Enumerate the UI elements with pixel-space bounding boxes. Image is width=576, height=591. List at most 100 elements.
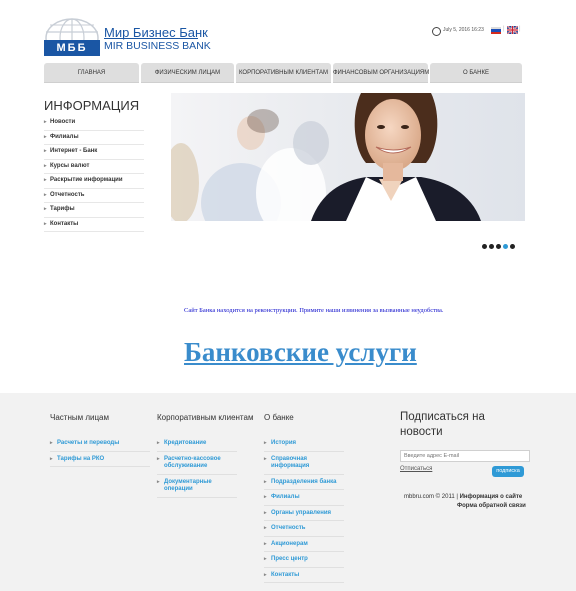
- sidebar-item-label: Интернет - Банк: [50, 148, 98, 154]
- arrow-right-icon: ▸: [264, 494, 267, 500]
- arrow-right-icon: ▸: [264, 540, 267, 547]
- footer-link-label: Документарные операции: [164, 478, 212, 493]
- footer-link[interactable]: ▸ История: [264, 436, 344, 452]
- nav-item-individuals[interactable]: ФИЗИЧЕСКИМ ЛИЦАМ: [141, 63, 234, 83]
- flag-uk-icon[interactable]: [507, 26, 518, 34]
- arrow-right-icon: ▸: [44, 191, 47, 198]
- arrow-right-icon: ▸: [264, 556, 267, 562]
- arrow-right-icon: ▸: [264, 440, 267, 446]
- arrow-right-icon: ▸: [264, 455, 267, 462]
- footer-link-label: История: [271, 440, 297, 446]
- footer-col-corporate-list: ▸ Кредитование ▸ Расчетно-кассовое обслужи…: [157, 436, 237, 498]
- footer-col-about-list: ▸ История ▸ Справочная информация ▸ Подразд…: [264, 436, 344, 583]
- footer-link-label: Контакты: [271, 571, 300, 578]
- footer-link[interactable]: ▸ Расчеты и переводы: [50, 436, 150, 452]
- sidebar-item-label: Новости: [50, 119, 76, 125]
- copyright: mbbru.com © 2011 | Информация о сайте: [404, 494, 522, 500]
- slider-dot[interactable]: [482, 244, 487, 249]
- arrow-right-icon: ▸: [44, 206, 47, 212]
- footer-link[interactable]: ▸ Тарифы на РКО: [50, 452, 150, 467]
- arrow-right-icon: ▸: [44, 148, 47, 154]
- subscribe-button[interactable]: подписка: [492, 466, 524, 477]
- footer-link[interactable]: ▸ Пресс центр: [264, 552, 344, 568]
- footer-link-label: Филиалы: [271, 494, 300, 500]
- email-subscribe-input[interactable]: [400, 450, 530, 462]
- sidebar-item-disclosure[interactable]: ▸ Раскрытие информации: [44, 174, 144, 189]
- unsubscribe-link[interactable]: Отписаться: [400, 466, 432, 472]
- footer-link[interactable]: ▸ Филиалы: [264, 490, 344, 506]
- slider-dot[interactable]: [489, 244, 494, 249]
- footer-col-individuals-title: Частным лицам: [50, 413, 110, 422]
- footer-col-corporate-title: Корпоративным клиентам: [157, 413, 254, 422]
- footer-link[interactable]: ▸ Контакты: [264, 568, 344, 583]
- slider-dot-active[interactable]: [503, 244, 508, 249]
- slider-dot[interactable]: [496, 244, 501, 249]
- footer-link[interactable]: ▸ Расчетно-кассовое обслуживание: [157, 452, 237, 475]
- copyright-text: mbbru.com © 2011 |: [404, 494, 458, 500]
- main-navigation: ГЛАВНАЯ ФИЗИЧЕСКИМ ЛИЦАМ КОРПОРАТИВНЫМ К…: [44, 63, 522, 83]
- sidebar-item-label: Курсы валют: [50, 162, 90, 169]
- sidebar-item-label: Отчетность: [50, 191, 85, 198]
- clock-icon: [432, 27, 441, 36]
- arrow-right-icon: ▸: [264, 525, 267, 531]
- footer-link-label: Расчетно-кассовое обслуживание: [164, 455, 221, 470]
- footer-link-label: Органы управления: [271, 509, 332, 516]
- sidebar-item-contacts[interactable]: ▸ Контакты: [44, 218, 144, 232]
- arrow-right-icon: ▸: [157, 440, 160, 446]
- sidebar-item-exchange-rates[interactable]: ▸ Курсы валют: [44, 160, 144, 174]
- sidebar-item-label: Контакты: [50, 220, 79, 227]
- flag-ru-icon[interactable]: [491, 27, 501, 34]
- feedback-form-link[interactable]: Форма обратной связи: [457, 503, 526, 509]
- footer-link[interactable]: ▸ Отчетность: [264, 521, 344, 537]
- language-separator: |: [503, 26, 505, 32]
- logo-abbreviation[interactable]: МББ: [44, 40, 100, 56]
- arrow-right-icon: ▸: [44, 162, 47, 169]
- sidebar-item-tariffs[interactable]: ▸ Тарифы: [44, 203, 144, 218]
- reconstruction-notice: Сайт Банка находится на реконструкции. П…: [184, 307, 444, 314]
- hero-slider-image[interactable]: [171, 93, 525, 221]
- banking-services-link[interactable]: Банковские услуги: [184, 337, 417, 368]
- footer-link[interactable]: ▸ Кредитование: [157, 436, 237, 452]
- sidebar-item-label: Филиалы: [50, 133, 79, 140]
- nav-item-corporate[interactable]: КОРПОРАТИВНЫМ КЛИЕНТАМ: [236, 63, 331, 83]
- footer-link[interactable]: ▸ Документарные операции: [157, 475, 237, 498]
- footer-link-label: Отчетность: [271, 525, 306, 531]
- slider-dot[interactable]: [510, 244, 515, 249]
- sidebar-title: ИНФОРМАЦИЯ: [44, 98, 140, 113]
- footer-col-individuals-list: ▸ Расчеты и переводы ▸ Тарифы на РКО: [50, 436, 150, 467]
- sidebar-item-internet-bank[interactable]: ▸ Интернет - Банк: [44, 145, 144, 160]
- sidebar-item-reports[interactable]: ▸ Отчетность: [44, 189, 144, 203]
- nav-item-financial-orgs[interactable]: ФИНАНСОВЫМ ОРГАНИЗАЦИЯМ: [333, 63, 429, 83]
- footer-link-label: Пресс центр: [271, 556, 308, 562]
- arrow-right-icon: ▸: [44, 177, 47, 183]
- sidebar-menu: ▸ Новости ▸ Филиалы ▸ Интернет - Банк ▸ Курс…: [44, 116, 144, 232]
- nav-item-about[interactable]: О БАНКЕ: [430, 63, 522, 83]
- footer-link[interactable]: ▸ Акционерам: [264, 537, 344, 552]
- bank-name-en[interactable]: MIR BUSINESS BANK: [104, 40, 211, 52]
- arrow-right-icon: ▸: [157, 455, 160, 462]
- footer-link[interactable]: ▸ Справочная информация: [264, 452, 344, 475]
- arrow-right-icon: ▸: [264, 509, 267, 516]
- footer-link-label: Подразделения банка: [271, 478, 337, 485]
- footer-link-label: Расчеты и переводы: [57, 440, 120, 446]
- footer-link[interactable]: ▸ Органы управления: [264, 506, 344, 521]
- footer-link-label: Акционерам: [271, 540, 308, 547]
- arrow-right-icon: ▸: [50, 440, 53, 446]
- footer-link-label: Справочная информация: [271, 455, 310, 470]
- date-time: July 5, 2016 16:23: [443, 27, 484, 33]
- footer-col-about-title: О банке: [264, 413, 294, 422]
- logo-divider: [104, 38, 198, 39]
- nav-item-home[interactable]: ГЛАВНАЯ: [44, 63, 139, 83]
- sidebar-item-label: Тарифы: [50, 206, 75, 212]
- subscribe-title: Подписаться на новости: [400, 411, 485, 438]
- arrow-right-icon: ▸: [44, 133, 47, 140]
- sidebar-item-branches[interactable]: ▸ Филиалы: [44, 131, 144, 145]
- language-separator: |: [519, 26, 521, 32]
- arrow-right-icon: ▸: [264, 571, 267, 578]
- arrow-right-icon: ▸: [44, 220, 47, 227]
- sidebar-item-news[interactable]: ▸ Новости: [44, 116, 144, 131]
- arrow-right-icon: ▸: [264, 478, 267, 485]
- footer-link-label: Тарифы на РКО: [57, 455, 105, 462]
- footer-link[interactable]: ▸ Подразделения банка: [264, 475, 344, 490]
- site-info-link[interactable]: Информация о сайте: [460, 494, 523, 500]
